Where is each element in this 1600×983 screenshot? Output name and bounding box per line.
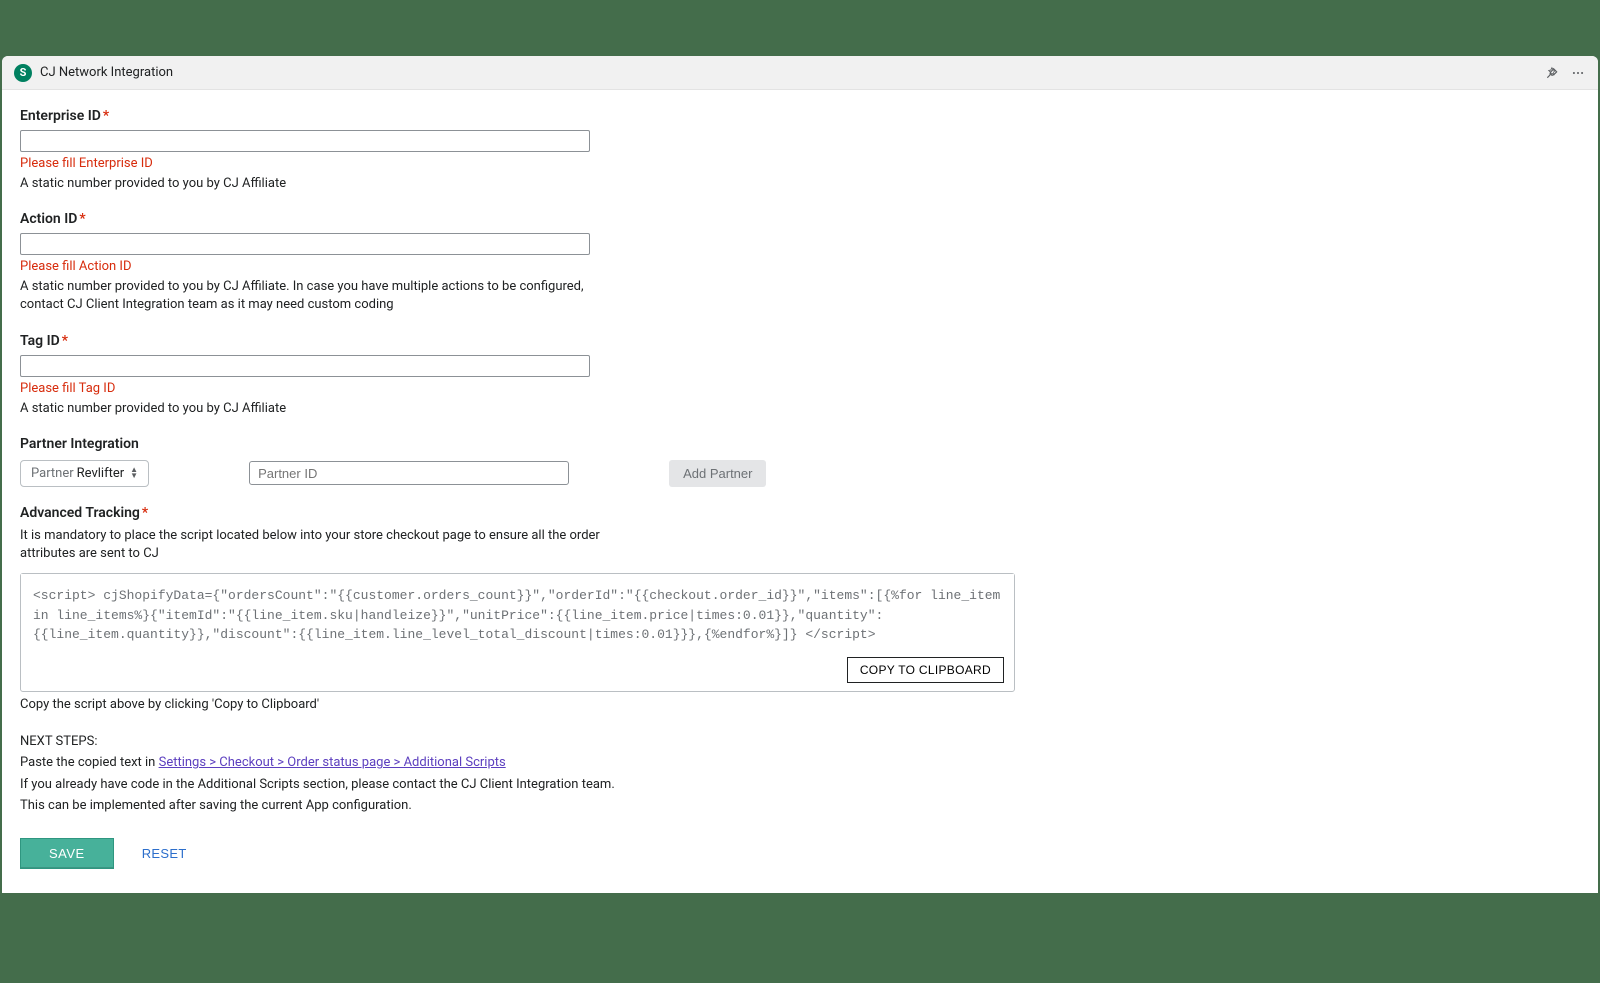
partner-select-prefix: Partner bbox=[31, 466, 74, 481]
partner-integration-label: Partner Integration bbox=[20, 436, 1020, 452]
required-star: * bbox=[103, 108, 109, 124]
pin-icon[interactable] bbox=[1544, 65, 1560, 81]
app-title: CJ Network Integration bbox=[40, 65, 173, 80]
action-id-input[interactable] bbox=[20, 233, 590, 255]
advanced-tracking-label: Advanced Tracking* bbox=[20, 505, 1020, 521]
copy-to-clipboard-button[interactable]: COPY TO CLIPBOARD bbox=[847, 657, 1004, 683]
reset-button[interactable]: RESET bbox=[142, 846, 187, 861]
enterprise-id-helper: A static number provided to you by CJ Af… bbox=[20, 175, 620, 193]
chevron-sort-icon: ▲▼ bbox=[130, 467, 138, 479]
next-steps-line1: Paste the copied text in Settings > Chec… bbox=[20, 753, 1020, 773]
tag-id-field: Tag ID* Please fill Tag ID A static numb… bbox=[20, 333, 620, 418]
required-star: * bbox=[142, 505, 148, 521]
enterprise-id-input[interactable] bbox=[20, 130, 590, 152]
required-star: * bbox=[62, 333, 68, 349]
action-id-field: Action ID* Please fill Action ID A stati… bbox=[20, 211, 620, 314]
action-id-error: Please fill Action ID bbox=[20, 259, 620, 274]
next-steps-line3: This can be implemented after saving the… bbox=[20, 796, 1020, 816]
settings-link[interactable]: Settings > Checkout > Order status page … bbox=[159, 755, 506, 770]
action-buttons: SAVE RESET bbox=[20, 838, 1580, 869]
partner-select-value: Revlifter bbox=[77, 466, 125, 481]
add-partner-button[interactable]: Add Partner bbox=[669, 460, 766, 487]
next-steps: NEXT STEPS: Paste the copied text in Set… bbox=[20, 732, 1020, 816]
copy-helper: Copy the script above by clicking 'Copy … bbox=[20, 696, 1020, 714]
content-area: Enterprise ID* Please fill Enterprise ID… bbox=[2, 90, 1598, 893]
more-icon[interactable] bbox=[1570, 65, 1586, 81]
app-logo-icon: S bbox=[14, 64, 32, 82]
advanced-tracking-section: Advanced Tracking* It is mandatory to pl… bbox=[20, 505, 1020, 816]
save-button[interactable]: SAVE bbox=[20, 838, 114, 869]
partner-id-input[interactable] bbox=[249, 461, 569, 485]
required-star: * bbox=[79, 211, 85, 227]
enterprise-id-label: Enterprise ID* bbox=[20, 108, 620, 124]
tag-id-helper: A static number provided to you by CJ Af… bbox=[20, 400, 620, 418]
tag-id-input[interactable] bbox=[20, 355, 590, 377]
action-id-label: Action ID* bbox=[20, 211, 620, 227]
script-textarea[interactable] bbox=[21, 574, 1014, 657]
next-steps-heading: NEXT STEPS: bbox=[20, 732, 1020, 752]
partner-integration-section: Partner Integration Partner Revlifter ▲▼… bbox=[20, 436, 1020, 487]
tag-id-label: Tag ID* bbox=[20, 333, 620, 349]
script-box: COPY TO CLIPBOARD bbox=[20, 573, 1015, 692]
next-steps-line2: If you already have code in the Addition… bbox=[20, 775, 1020, 795]
enterprise-id-error: Please fill Enterprise ID bbox=[20, 156, 620, 171]
app-frame: S CJ Network Integration Enterprise ID* … bbox=[2, 56, 1598, 893]
partner-select[interactable]: Partner Revlifter ▲▼ bbox=[20, 460, 149, 487]
app-header: S CJ Network Integration bbox=[2, 56, 1598, 90]
action-id-helper: A static number provided to you by CJ Af… bbox=[20, 278, 610, 314]
advanced-tracking-helper: It is mandatory to place the script loca… bbox=[20, 527, 610, 563]
tag-id-error: Please fill Tag ID bbox=[20, 381, 620, 396]
enterprise-id-field: Enterprise ID* Please fill Enterprise ID… bbox=[20, 108, 620, 193]
